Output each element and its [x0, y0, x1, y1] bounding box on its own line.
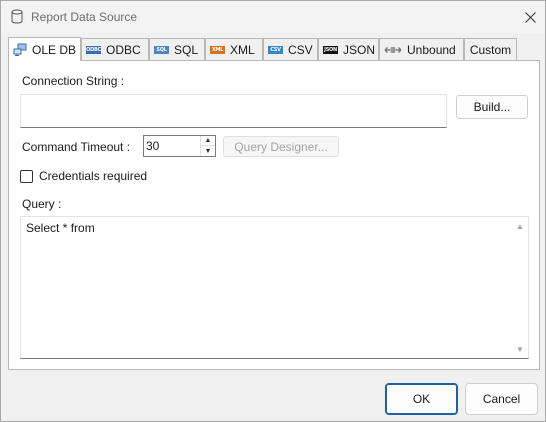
tab-label: ODBC — [106, 42, 141, 57]
tab-custom[interactable]: Custom — [464, 38, 517, 60]
ole-db-icon — [13, 43, 27, 56]
connection-string-input[interactable] — [20, 94, 447, 128]
build-button[interactable]: Build... — [456, 95, 528, 119]
ole-db-panel: Connection String : Build... Command Tim… — [8, 60, 540, 370]
query-label: Query : — [22, 197, 62, 211]
tab-json[interactable]: JSON JSON — [318, 38, 379, 60]
scroll-down-arrow-icon[interactable]: ▼ — [512, 342, 528, 356]
close-icon — [524, 11, 536, 23]
stepper-up-button[interactable]: ▲ — [201, 136, 215, 146]
query-designer-button[interactable]: Query Designer... — [223, 136, 339, 157]
credentials-checkbox[interactable] — [20, 170, 33, 183]
command-timeout-stepper[interactable]: 30 ▲ ▼ — [143, 135, 216, 157]
stepper-buttons: ▲ ▼ — [200, 136, 215, 156]
database-icon — [11, 9, 23, 24]
tab-label: SQL — [174, 42, 199, 57]
title-bar: Report Data Source — [1, 1, 545, 33]
command-timeout-value: 30 — [146, 139, 160, 153]
tab-csv[interactable]: CSV CSV — [263, 38, 318, 60]
window-title: Report Data Source — [31, 10, 138, 24]
ok-button-label: OK — [412, 392, 431, 406]
scroll-up-arrow-icon[interactable]: ▲ — [512, 219, 528, 233]
tab-label: CSV — [288, 42, 313, 57]
report-data-source-dialog: Report Data Source OLE DB ODBC ODBC SQL … — [0, 0, 546, 422]
unbound-icon — [384, 46, 402, 53]
tab-ole-db[interactable]: OLE DB — [8, 37, 81, 61]
query-text: Select * from — [26, 221, 95, 235]
cancel-button[interactable]: Cancel — [465, 383, 538, 415]
tab-label: OLE DB — [32, 42, 77, 57]
ok-button[interactable]: OK — [385, 383, 458, 415]
build-button-label: Build... — [473, 100, 511, 114]
close-button[interactable] — [515, 1, 545, 33]
stepper-down-button[interactable]: ▼ — [201, 146, 215, 156]
connection-string-label: Connection String : — [22, 74, 125, 88]
query-designer-label: Query Designer... — [234, 139, 328, 154]
tab-label: Unbound — [407, 42, 456, 57]
caret-down-icon: ▼ — [204, 147, 212, 155]
query-textarea[interactable]: Select * from ▲ ▼ — [20, 216, 529, 359]
tab-label: XML — [230, 42, 255, 57]
tab-xml[interactable]: XML XML — [205, 38, 263, 60]
json-icon: JSON — [323, 45, 338, 54]
query-scrollbar[interactable]: ▲ ▼ — [512, 217, 528, 358]
cancel-button-label: Cancel — [482, 392, 521, 406]
odbc-icon: ODBC — [86, 45, 101, 54]
tab-label: JSON — [343, 42, 376, 57]
xml-icon: XML — [210, 45, 225, 54]
csv-icon: CSV — [268, 45, 283, 54]
source-tabs: OLE DB ODBC ODBC SQL SQL XML XML CSV CSV… — [8, 37, 528, 61]
credentials-label: Credentials required — [39, 169, 148, 183]
caret-up-icon: ▲ — [204, 137, 212, 144]
command-timeout-label: Command Timeout : — [22, 140, 131, 154]
tab-sql[interactable]: SQL SQL — [149, 38, 205, 60]
tab-label: Custom — [469, 42, 512, 57]
tab-unbound[interactable]: Unbound — [379, 38, 464, 60]
sql-icon: SQL — [154, 45, 169, 54]
tab-odbc[interactable]: ODBC ODBC — [81, 38, 149, 60]
